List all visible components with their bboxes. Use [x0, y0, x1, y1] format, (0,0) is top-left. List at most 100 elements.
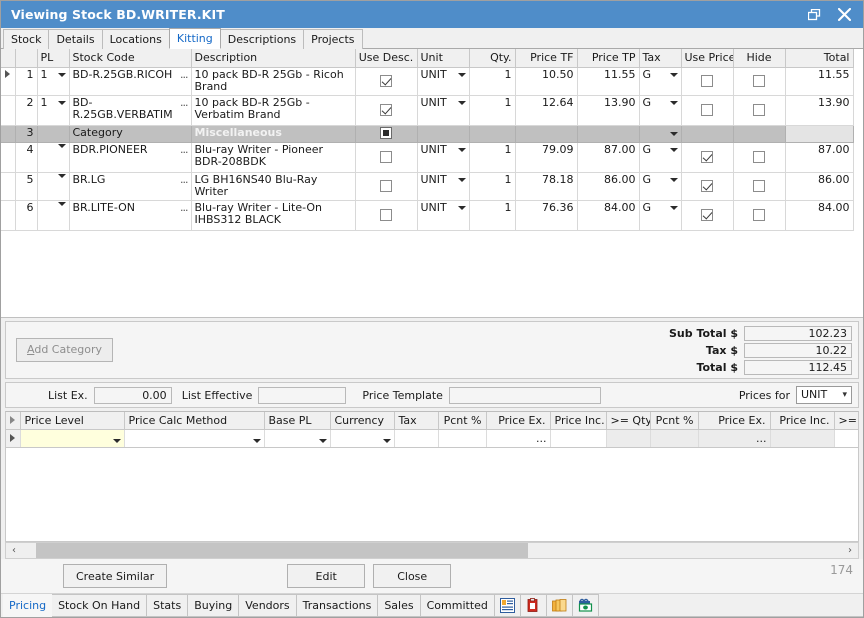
cell-price-inc-2[interactable]: [770, 429, 834, 447]
cell-tax[interactable]: [394, 429, 438, 447]
col-pcnt-1[interactable]: Pcnt %: [438, 412, 486, 429]
cell-unit[interactable]: UNIT: [417, 67, 469, 95]
cell-price-tf[interactable]: 76.36: [515, 200, 577, 230]
hide-checkbox[interactable]: [753, 151, 765, 163]
price-level-grid[interactable]: Price Level Price Calc Method Base PL Cu…: [5, 411, 859, 542]
cell-stock-code[interactable]: ...BR.LITE-ON: [69, 200, 191, 230]
col-currency[interactable]: Currency: [330, 412, 394, 429]
cell-tax[interactable]: G: [639, 67, 681, 95]
col-price-ex-2[interactable]: Price Ex.: [698, 412, 770, 429]
cell-hide[interactable]: [733, 95, 785, 125]
bottom-tab-vendors[interactable]: Vendors: [239, 594, 296, 617]
use-price-checkbox[interactable]: [701, 209, 713, 221]
chevron-down-icon[interactable]: [458, 73, 466, 77]
cell-tax[interactable]: [639, 125, 681, 142]
cell-unit[interactable]: UNIT: [417, 172, 469, 200]
use-desc-checkbox[interactable]: [380, 75, 392, 87]
list-effective-input[interactable]: [258, 387, 346, 404]
cell-unit[interactable]: UNIT: [417, 95, 469, 125]
chevron-down-icon[interactable]: [670, 148, 678, 152]
cell-pl[interactable]: [37, 172, 69, 200]
hide-checkbox[interactable]: [753, 104, 765, 116]
bottom-tab-transactions[interactable]: Transactions: [297, 594, 379, 617]
cell-qty[interactable]: 1: [469, 200, 515, 230]
ellipsis-icon[interactable]: ...: [176, 202, 188, 215]
row-selector[interactable]: [1, 172, 15, 200]
ellipsis-icon[interactable]: ...: [176, 144, 188, 157]
col-stock-code[interactable]: Stock Code: [69, 49, 191, 67]
cell-use-price[interactable]: [681, 200, 733, 230]
add-category-button[interactable]: Add Category: [16, 338, 113, 362]
hide-checkbox[interactable]: [753, 180, 765, 192]
chevron-down-icon[interactable]: [458, 101, 466, 105]
cell-hide[interactable]: [733, 172, 785, 200]
hide-checkbox[interactable]: [753, 209, 765, 221]
cell-tax[interactable]: G: [639, 142, 681, 172]
chevron-down-icon[interactable]: [58, 144, 66, 148]
ellipsis-icon[interactable]: ...: [176, 69, 188, 82]
clipboard-icon[interactable]: [521, 594, 547, 617]
chevron-down-icon[interactable]: [670, 132, 678, 136]
cell-pl[interactable]: [37, 142, 69, 172]
tab-kitting[interactable]: Kitting: [169, 28, 221, 49]
cell-price-level[interactable]: [20, 429, 124, 447]
tab-details[interactable]: Details: [48, 29, 102, 49]
scrollbar-thumb[interactable]: [36, 543, 528, 558]
row-selector[interactable]: [1, 67, 15, 95]
ellipsis-icon[interactable]: ...: [176, 174, 188, 187]
cell-stock-code[interactable]: ...BD-R.25GB.VERBATIM: [69, 95, 191, 125]
table-row[interactable]: 5 ...BR.LG LG BH16NS40 Blu-Ray Writer UN…: [1, 172, 853, 200]
use-desc-checkbox[interactable]: [380, 151, 392, 163]
col-use-desc[interactable]: Use Desc.: [355, 49, 417, 67]
cell-pl[interactable]: 1: [37, 67, 69, 95]
chevron-down-icon[interactable]: [58, 202, 66, 206]
cell-description[interactable]: 10 pack BD-R 25Gb - Verbatim Brand: [191, 95, 355, 125]
cell-price-tp[interactable]: 84.00: [577, 200, 639, 230]
use-desc-checkbox[interactable]: [380, 209, 392, 221]
bottom-tab-pricing[interactable]: Pricing: [3, 594, 52, 617]
create-similar-button[interactable]: Create Similar: [63, 564, 167, 588]
chevron-down-icon[interactable]: [58, 174, 66, 178]
close-button[interactable]: Close: [373, 564, 451, 588]
chevron-down-icon[interactable]: [670, 206, 678, 210]
cell-use-desc[interactable]: [355, 142, 417, 172]
cell-use-desc[interactable]: [355, 125, 417, 142]
list-ex-input[interactable]: 0.00: [94, 387, 172, 404]
cell-price-tp[interactable]: 13.90: [577, 95, 639, 125]
cell-qty[interactable]: 1: [469, 95, 515, 125]
col-qty-break[interactable]: >= Qty: [606, 412, 650, 429]
chevron-left-icon[interactable]: ‹: [6, 543, 22, 558]
cell-base-pl[interactable]: [264, 429, 330, 447]
bottom-tab-sales[interactable]: Sales: [378, 594, 420, 617]
row-selector[interactable]: [1, 142, 15, 172]
col-tax[interactable]: Tax: [394, 412, 438, 429]
chevron-right-icon[interactable]: ›: [842, 543, 858, 558]
cell-pl[interactable]: 1: [37, 95, 69, 125]
cell-use-desc[interactable]: [355, 95, 417, 125]
cell-unit[interactable]: UNIT: [417, 200, 469, 230]
use-desc-checkbox[interactable]: [380, 180, 392, 192]
cell-description[interactable]: Blu-ray Writer - Pioneer BDR-208BDK: [191, 142, 355, 172]
ellipsis-icon[interactable]: ...: [176, 97, 188, 110]
cell-use-price[interactable]: [681, 142, 733, 172]
cell-price-tp[interactable]: 11.55: [577, 67, 639, 95]
cell-use-price[interactable]: [681, 172, 733, 200]
cell-price-tp[interactable]: 87.00: [577, 142, 639, 172]
col-total[interactable]: Total: [785, 49, 853, 67]
cell-qty[interactable]: 1: [469, 172, 515, 200]
cell-qty[interactable]: 1: [469, 67, 515, 95]
cell-unit[interactable]: UNIT: [417, 142, 469, 172]
row-selector[interactable]: [6, 429, 20, 447]
col-use-price[interactable]: Use Price: [681, 49, 733, 67]
col-qty[interactable]: Qty.: [469, 49, 515, 67]
hide-checkbox[interactable]: [753, 75, 765, 87]
cell-qty[interactable]: 1: [469, 142, 515, 172]
col-pcnt-2[interactable]: Pcnt %: [650, 412, 698, 429]
col-hide[interactable]: Hide: [733, 49, 785, 67]
cell-use-desc[interactable]: [355, 67, 417, 95]
cell-currency[interactable]: [330, 429, 394, 447]
cell-pcnt-2[interactable]: [650, 429, 698, 447]
cell-description[interactable]: Miscellaneous: [191, 125, 355, 142]
cell-price-ex-1[interactable]: ...: [486, 429, 550, 447]
col-description[interactable]: Description: [191, 49, 355, 67]
